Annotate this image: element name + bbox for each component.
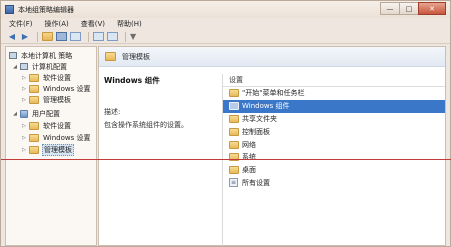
title-bar[interactable]: 本地组策略编辑器 — □ ✕ <box>1 1 450 18</box>
window-title: 本地组策略编辑器 <box>18 6 74 14</box>
list-item-control-panel[interactable]: 控制面板 <box>223 125 445 138</box>
tree-item-label: Windows 设置 <box>43 133 91 142</box>
folder-icon <box>229 166 239 175</box>
filter-icon[interactable]: ▼ <box>130 32 136 41</box>
folder-icon <box>229 153 239 162</box>
folder-icon <box>29 95 39 104</box>
toolbar-separator <box>37 31 38 42</box>
toolbar-separator <box>88 31 89 42</box>
menu-bar: 文件(F) 操作(A) 查看(V) 帮助(H) <box>1 18 450 30</box>
tree-item-label: 软件设置 <box>43 73 71 82</box>
folder-icon <box>29 121 39 130</box>
caption-buttons: — □ ✕ <box>380 2 446 16</box>
export-list-icon[interactable] <box>70 32 81 41</box>
tree-item-label: Windows 设置 <box>43 84 91 93</box>
tree-item-computer-admin-templates[interactable]: ▷ 管理模板 <box>21 94 72 105</box>
tree-item-computer-config[interactable]: ◢ 计算机配置 <box>12 61 68 72</box>
expand-open-icon[interactable]: ◢ <box>12 64 18 70</box>
expand-closed-icon[interactable]: ▷ <box>21 75 27 81</box>
expand-closed-icon[interactable]: ▷ <box>21 135 27 141</box>
tree-item-user-admin-templates[interactable]: ▷ 管理模板 <box>21 143 74 156</box>
folder-icon <box>29 145 39 154</box>
menu-help[interactable]: 帮助(H) <box>117 18 142 30</box>
expand-closed-icon[interactable]: ▷ <box>21 123 27 129</box>
tree-item-label: 用户配置 <box>32 109 60 118</box>
tree-item-computer-software[interactable]: ▷ 软件设置 <box>21 72 72 83</box>
folder-icon <box>105 52 116 61</box>
expand-closed-icon[interactable]: ▷ <box>21 147 27 153</box>
list-item-label: 系统 <box>242 153 256 162</box>
settings-list-icon: ≡ <box>229 178 238 188</box>
properties-icon[interactable] <box>107 32 118 41</box>
list-item-start-menu[interactable]: "开始"菜单和任务栏 <box>223 87 445 100</box>
content-header-title: 管理模板 <box>122 52 150 61</box>
expand-closed-icon[interactable]: ▷ <box>21 97 27 103</box>
description-panel: Windows 组件 描述: 包含操作系统组件的设置。 <box>104 75 219 130</box>
computer-icon <box>20 63 28 70</box>
folder-icon <box>229 140 239 149</box>
tree-item-user-software[interactable]: ▷ 软件设置 <box>21 120 72 131</box>
list-item-shared-folders[interactable]: 共享文件夹 <box>223 113 445 126</box>
tree-item-label: 管理模板 <box>42 143 74 156</box>
help-icon[interactable] <box>93 32 104 41</box>
tree-item-label: 软件设置 <box>43 121 71 130</box>
list-item-desktop[interactable]: 桌面 <box>223 164 445 177</box>
tree-item-label: 本地计算机 策略 <box>21 51 73 60</box>
list-item-windows-components[interactable]: Windows 组件 <box>223 99 445 113</box>
details-pane: 管理模板 Windows 组件 描述: 包含操作系统组件的设置。 设置 "开始"… <box>98 46 446 246</box>
description-text: 包含操作系统组件的设置。 <box>104 121 188 129</box>
tree-item-root[interactable]: 本地计算机 策略 <box>9 50 73 61</box>
description-label: 描述: <box>104 108 121 116</box>
list-item-network[interactable]: 网络 <box>223 138 445 151</box>
list-item-label: 桌面 <box>242 166 256 175</box>
list-item-label: 所有设置 <box>242 178 270 187</box>
content-header: 管理模板 <box>99 47 445 67</box>
folder-icon <box>29 133 39 142</box>
close-button[interactable]: ✕ <box>418 2 446 15</box>
toolbar: ◀ ▶ ▼ <box>1 30 450 44</box>
folder-icon <box>229 127 239 136</box>
list-item-label: "开始"菜单和任务栏 <box>242 89 305 98</box>
navigation-tree: 本地计算机 策略 ◢ 计算机配置 ▷ 软件设置 ▷ Windows 设置 ▷ 管… <box>5 46 97 246</box>
expand-closed-icon[interactable]: ▷ <box>21 86 27 92</box>
group-policy-editor-window: 本地组策略编辑器 — □ ✕ 文件(F) 操作(A) 查看(V) 帮助(H) ◀… <box>0 0 451 247</box>
folder-icon <box>229 89 239 98</box>
folder-icon <box>229 102 239 111</box>
menu-view[interactable]: 查看(V) <box>81 18 105 30</box>
folder-icon <box>29 73 39 82</box>
forward-arrow-icon[interactable]: ▶ <box>20 32 30 42</box>
column-header-settings[interactable]: 设置 <box>223 74 445 87</box>
policy-editor-app-icon <box>5 5 14 14</box>
red-annotation-line <box>1 159 451 160</box>
back-arrow-icon[interactable]: ◀ <box>7 32 17 42</box>
expand-open-icon[interactable]: ◢ <box>12 111 18 117</box>
list-item-system[interactable]: 系统 <box>223 151 445 164</box>
maximize-button[interactable]: □ <box>399 2 419 15</box>
tree-item-user-config[interactable]: ◢ 用户配置 <box>12 108 61 119</box>
list-item-label: 控制面板 <box>242 127 270 136</box>
list-item-label: 共享文件夹 <box>242 114 277 123</box>
folder-icon <box>29 84 39 93</box>
tree-item-label: 管理模板 <box>43 95 71 104</box>
minimize-button[interactable]: — <box>380 2 400 15</box>
settings-list: 设置 "开始"菜单和任务栏 Windows 组件 共享文件夹 控制面板 网络 系… <box>222 74 445 246</box>
toolbar-separator <box>125 31 126 42</box>
tree-item-computer-windows[interactable]: ▷ Windows 设置 <box>21 83 91 94</box>
list-item-label: 网络 <box>242 140 256 149</box>
tree-item-label: 计算机配置 <box>32 62 67 71</box>
list-item-all-settings[interactable]: ≡ 所有设置 <box>223 177 445 190</box>
user-icon <box>20 109 28 118</box>
show-hide-tree-icon[interactable] <box>56 32 67 41</box>
tree-item-user-windows[interactable]: ▷ Windows 设置 <box>21 132 91 143</box>
up-folder-icon[interactable] <box>42 32 53 41</box>
menu-file[interactable]: 文件(F) <box>9 18 33 30</box>
computer-policy-icon <box>9 52 17 59</box>
folder-icon <box>229 114 239 123</box>
description-title: Windows 组件 <box>104 76 160 85</box>
menu-action[interactable]: 操作(A) <box>45 18 69 30</box>
list-item-label: Windows 组件 <box>242 102 290 111</box>
